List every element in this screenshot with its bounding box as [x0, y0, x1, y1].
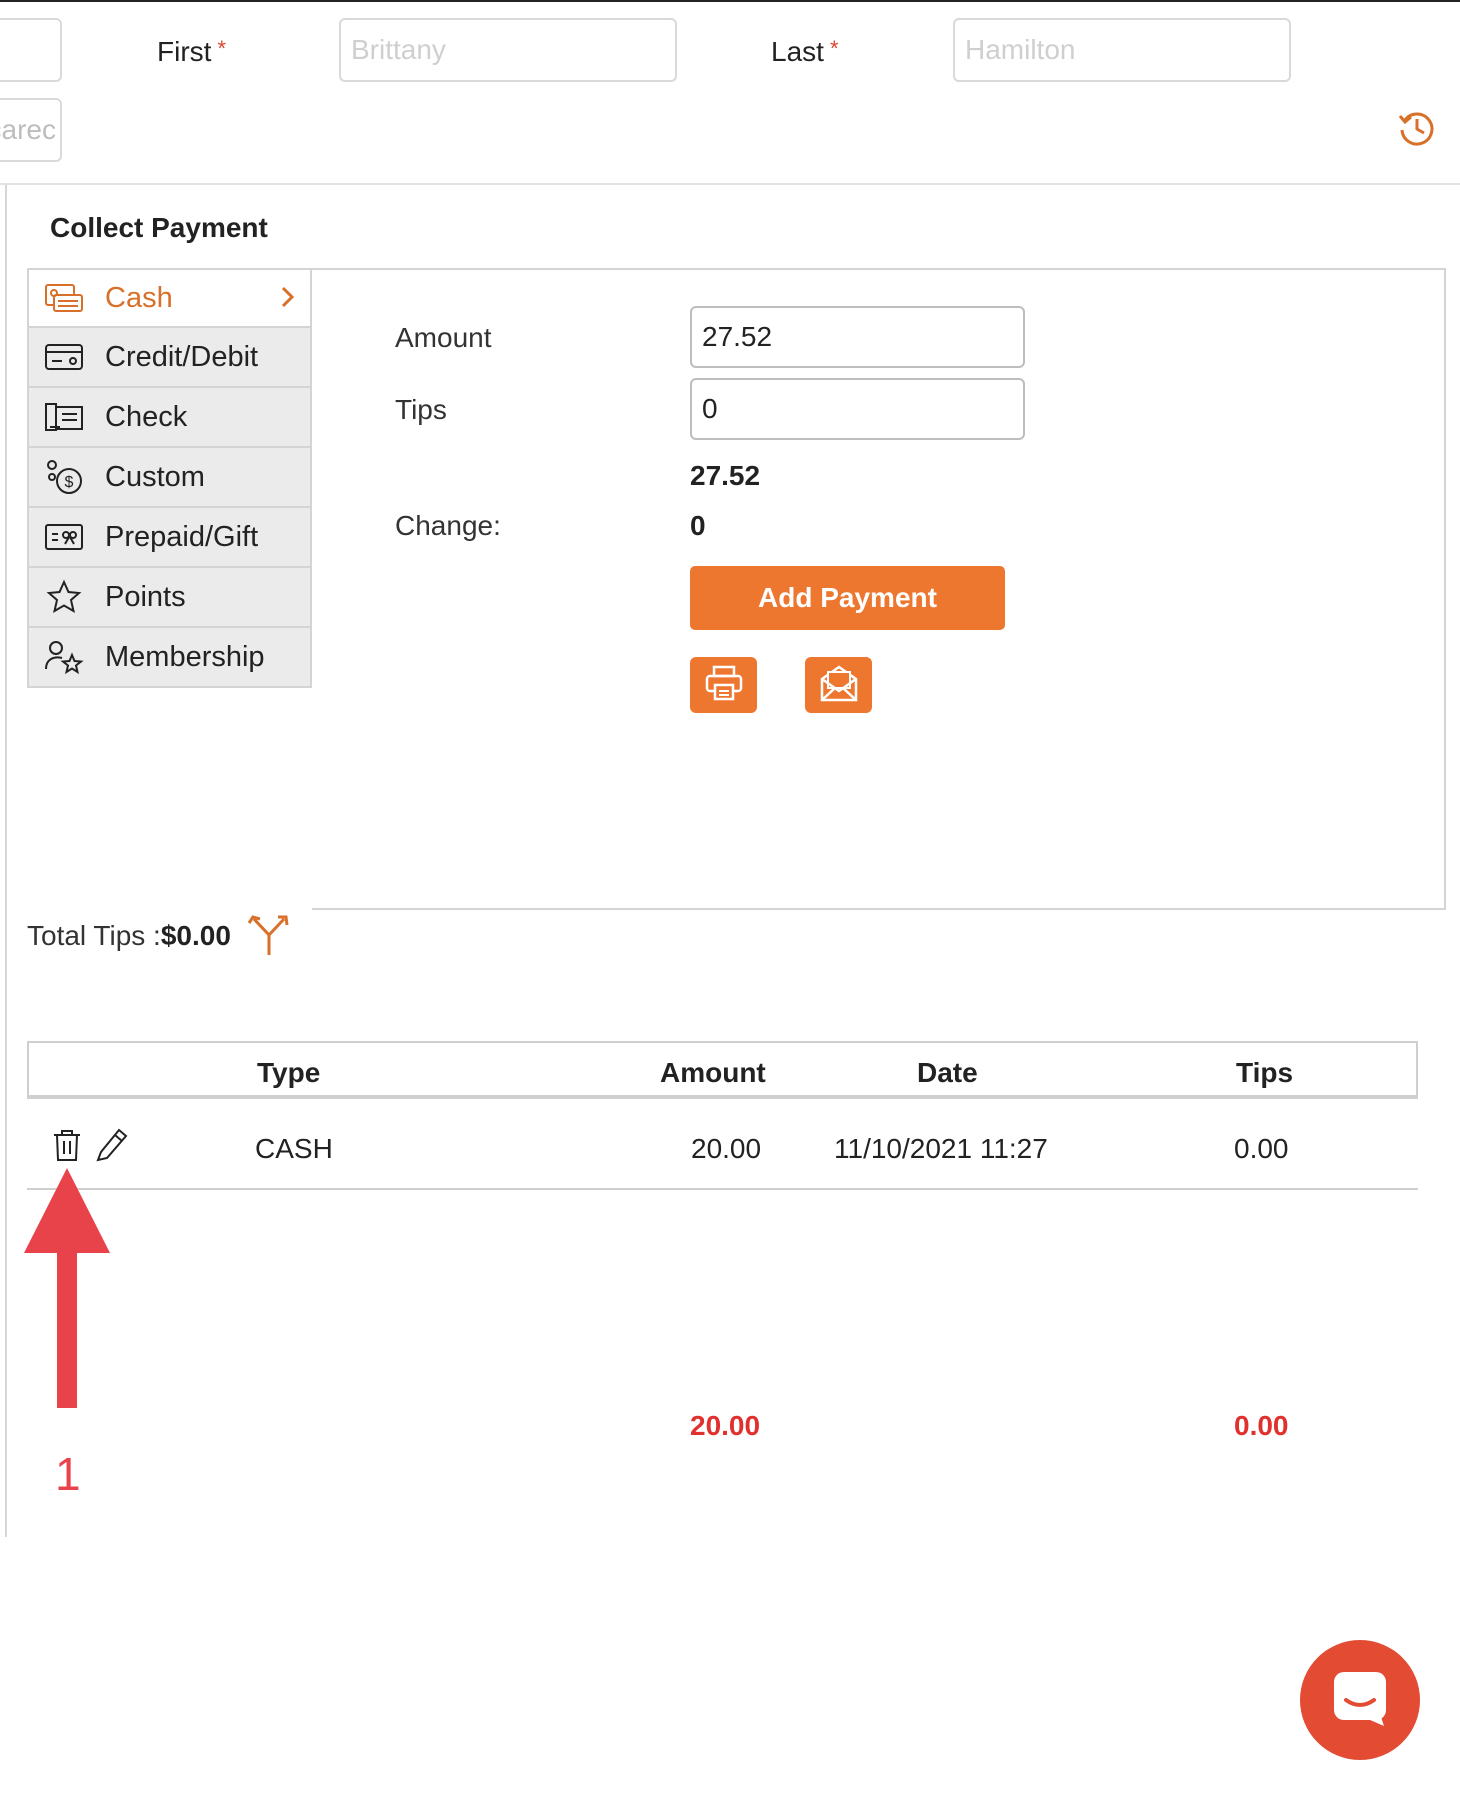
edit-pencil-icon[interactable]: [95, 1126, 129, 1167]
method-prepaid-gift[interactable]: Prepaid/Gift: [27, 508, 312, 568]
add-payment-button[interactable]: Add Payment: [690, 566, 1005, 630]
first-name-input[interactable]: [339, 18, 677, 82]
email-icon: [819, 663, 859, 708]
trash-icon[interactable]: [52, 1128, 82, 1167]
tips-input[interactable]: [690, 378, 1025, 440]
collect-payment-title: Collect Payment: [50, 212, 268, 243]
svg-text:$: $: [65, 474, 74, 491]
cash-icon: [43, 280, 85, 316]
method-label: Points: [105, 580, 186, 613]
row-amount: 20.00: [691, 1133, 762, 1164]
chat-launcher-button[interactable]: [1300, 1640, 1420, 1760]
method-credit-debit[interactable]: Credit/Debit: [27, 328, 312, 388]
partial-field-1[interactable]: [0, 18, 62, 82]
last-name-input[interactable]: [953, 18, 1291, 82]
annotation-number: 1: [55, 1448, 81, 1500]
first-name-label: First *: [157, 36, 226, 67]
split-tips-icon[interactable]: [246, 913, 292, 962]
total-tips: Total Tips :$0.00: [27, 920, 231, 951]
method-label: Custom: [105, 460, 205, 493]
annotation-arrow: [24, 1168, 110, 1408]
method-label: Credit/Debit: [105, 340, 259, 373]
total-amount: 20.00: [690, 1410, 761, 1441]
method-label: Prepaid/Gift: [105, 520, 259, 553]
total-tips-column: 0.00: [1234, 1410, 1289, 1441]
col-tips: Tips: [1236, 1057, 1294, 1088]
method-points[interactable]: Points: [27, 568, 312, 628]
chat-icon: [1330, 1668, 1390, 1733]
row-type: CASH: [255, 1133, 333, 1164]
method-custom[interactable]: $ Custom: [27, 448, 312, 508]
method-label: Check: [105, 400, 188, 433]
col-type: Type: [257, 1057, 321, 1088]
payment-methods: Cash Credit/Debit Check $ Custom Prepaid…: [27, 268, 312, 688]
tips-label: Tips: [395, 394, 447, 425]
row-date: 11/10/2021 11:27: [834, 1133, 1048, 1164]
method-cash[interactable]: Cash: [27, 268, 312, 328]
row-tips: 0.00: [1234, 1133, 1289, 1164]
col-amount: Amount: [660, 1057, 766, 1088]
change-label: Change:: [395, 510, 501, 541]
method-label: Cash: [105, 281, 173, 314]
partial-field-2[interactable]: [0, 98, 62, 162]
star-icon: [43, 579, 85, 615]
history-icon[interactable]: [1397, 108, 1437, 153]
chevron-right-icon: [280, 284, 296, 318]
total-tips-value: $0.00: [160, 920, 231, 951]
amount-label: Amount: [395, 322, 492, 353]
subtotal-value: 27.52: [690, 460, 761, 491]
amount-input[interactable]: [690, 306, 1025, 368]
col-date: Date: [917, 1057, 978, 1088]
row-divider: [27, 1188, 1418, 1190]
change-value: 0: [690, 510, 706, 541]
print-button[interactable]: [690, 657, 757, 713]
method-label: Membership: [105, 640, 265, 673]
printer-icon: [704, 664, 744, 707]
header-divider: [0, 183, 1460, 185]
custom-icon: $: [43, 459, 85, 495]
top-border: [0, 0, 1460, 2]
method-check[interactable]: Check: [27, 388, 312, 448]
method-membership[interactable]: Membership: [27, 628, 312, 688]
card-icon: [43, 339, 85, 375]
email-receipt-button[interactable]: [805, 657, 872, 713]
membership-icon: [43, 639, 85, 675]
check-icon: [43, 399, 85, 435]
payments-table-header: Type Amount Date Tips: [27, 1041, 1418, 1099]
gift-card-icon: [43, 519, 85, 555]
left-divider: [5, 185, 7, 1537]
last-name-label: Last *: [771, 36, 839, 67]
